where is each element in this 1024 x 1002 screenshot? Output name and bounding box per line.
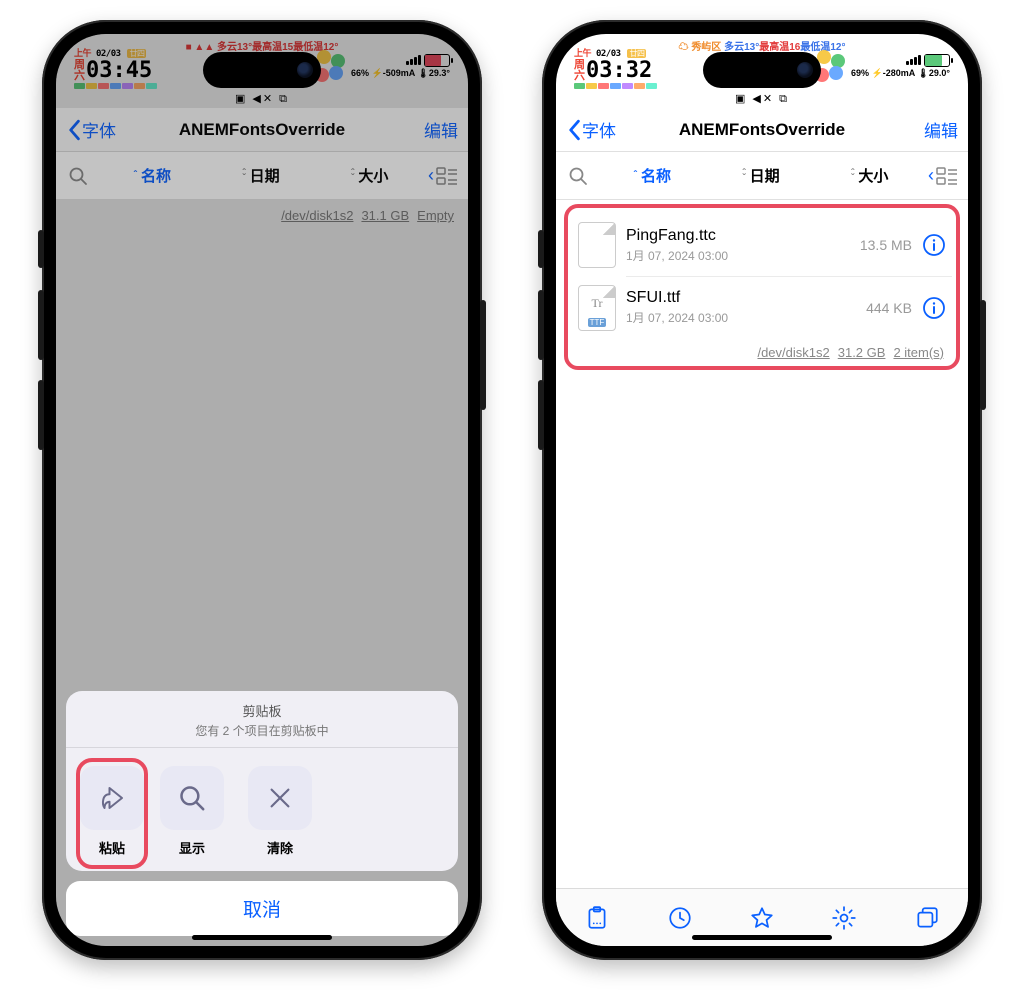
home-indicator	[692, 935, 832, 940]
close-icon	[248, 766, 312, 830]
sort-date[interactable]: ˆˇ日期	[707, 165, 816, 186]
dynamic-island	[703, 52, 821, 88]
file-name: SFUI.ttf	[626, 289, 848, 307]
sort-bar: ˆ名称 ˆˇ日期 ˆˇ大小 ‹	[56, 152, 468, 200]
paste-icon	[80, 766, 144, 830]
grid-icon	[936, 166, 958, 186]
battery-widget: 66% ⚡-509mA 🌡29.3°	[313, 50, 450, 82]
phone-left: ■ ▲▲ 多云13°最高温15最低温12° 上午 02/03 廿四 周六03:4…	[42, 20, 482, 960]
sort-size[interactable]: ˆˇ大小	[815, 165, 924, 186]
file-size: 444 KB	[848, 300, 912, 316]
battery-widget: 69% ⚡-280mA 🌡29.0°	[813, 50, 950, 82]
view-toggle[interactable]: ‹	[924, 165, 962, 186]
clock-widget: 上午 02/03 廿四 周六03:32	[574, 50, 664, 89]
dynamic-island	[203, 52, 321, 88]
page-title: ANEMFontsOverride	[556, 120, 968, 140]
recent-tab[interactable]	[667, 905, 693, 931]
back-button[interactable]: 字体	[66, 117, 116, 142]
info-icon[interactable]	[922, 296, 946, 320]
settings-tab[interactable]	[831, 905, 857, 931]
edit-button[interactable]: 编辑	[924, 117, 958, 142]
sort-size[interactable]: ˆˇ大小	[315, 165, 424, 186]
clipboard-tab[interactable]	[584, 905, 610, 931]
search-icon[interactable]	[562, 166, 598, 186]
favorites-tab[interactable]	[749, 905, 775, 931]
file-icon: Tr TTF	[578, 285, 616, 331]
sheet-header: 剪贴板 您有 2 个项目在剪贴板中	[66, 691, 458, 748]
sort-bar: ˆ名称 ˆˇ日期 ˆˇ大小 ‹	[556, 152, 968, 200]
file-name: PingFang.ttc	[626, 227, 848, 245]
file-date: 1月 07, 2024 03:00	[626, 309, 848, 326]
info-icon[interactable]	[922, 233, 946, 257]
paste-action[interactable]: 粘贴	[76, 758, 148, 869]
sort-name[interactable]: ˆ名称	[98, 165, 207, 186]
windows-tab[interactable]	[914, 905, 940, 931]
page-title: ANEMFontsOverride	[56, 120, 468, 140]
view-toggle[interactable]: ‹	[424, 165, 462, 186]
search-icon[interactable]	[62, 166, 98, 186]
file-size: 13.5 MB	[848, 237, 912, 253]
action-sheet: 剪贴板 您有 2 个项目在剪贴板中 粘贴 显示	[66, 691, 458, 936]
search-icon	[160, 766, 224, 830]
sort-date[interactable]: ˆˇ日期	[207, 165, 316, 186]
navigation-bar: 字体 ANEMFontsOverride 编辑	[56, 108, 468, 152]
file-list-highlight: PingFang.ttc 1月 07, 2024 03:00 13.5 MB T…	[564, 204, 960, 370]
sort-name[interactable]: ˆ名称	[598, 165, 707, 186]
file-date: 1月 07, 2024 03:00	[626, 247, 848, 264]
navigation-bar: 字体 ANEMFontsOverride 编辑	[556, 108, 968, 152]
show-action[interactable]: 显示	[156, 766, 228, 857]
cancel-button[interactable]: 取消	[66, 881, 458, 936]
status-mini-icons: ▣ ◀✕ ⧉	[735, 92, 789, 106]
file-row[interactable]: Tr TTF SFUI.ttf 1月 07, 2024 03:00 444 KB	[572, 277, 952, 339]
file-icon	[578, 222, 616, 268]
disk-info: /dev/disk1s231.2 GB2 item(s)	[572, 339, 952, 364]
grid-icon	[436, 166, 458, 186]
back-button[interactable]: 字体	[566, 117, 616, 142]
chevron-left-icon	[566, 119, 582, 141]
edit-button[interactable]: 编辑	[424, 117, 458, 142]
clear-action[interactable]: 清除	[244, 766, 316, 857]
phone-right: ☁ 秀屿区 多云13°最高温16最低温12° 上午 02/03 廿四 周六03:…	[542, 20, 982, 960]
status-mini-icons: ▣ ◀✕ ⧉	[235, 92, 289, 106]
file-list: PingFang.ttc 1月 07, 2024 03:00 13.5 MB T…	[556, 200, 968, 946]
home-indicator	[192, 935, 332, 940]
chevron-left-icon	[66, 119, 82, 141]
file-row[interactable]: PingFang.ttc 1月 07, 2024 03:00 13.5 MB	[572, 214, 952, 276]
clock-widget: 上午 02/03 廿四 周六03:45	[74, 50, 164, 89]
